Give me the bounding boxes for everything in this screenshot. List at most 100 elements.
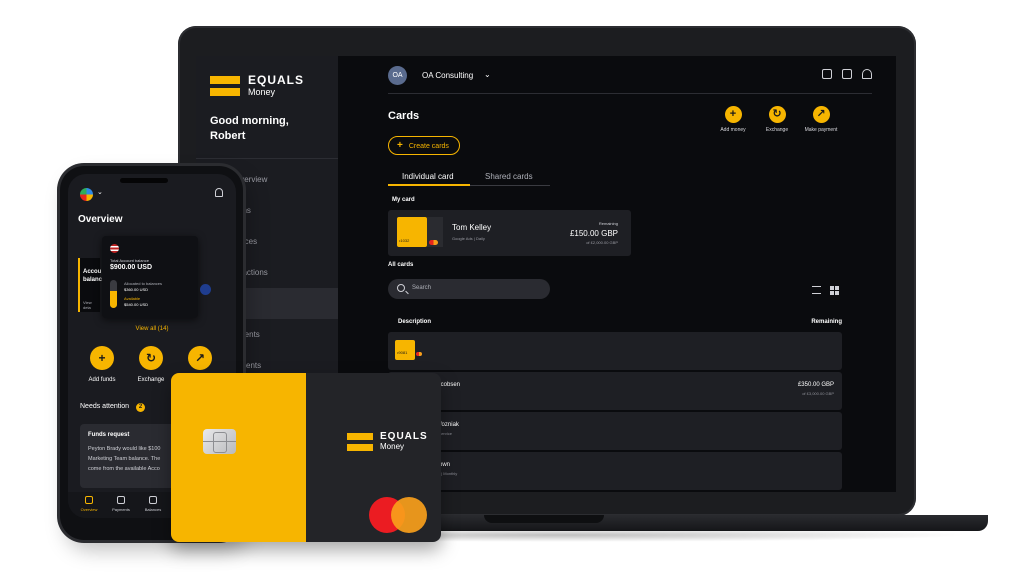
nav-label: Balances [144,507,162,512]
exchange-icon: ↻ [139,346,163,370]
grid-view-icon[interactable] [830,286,839,295]
my-card-row[interactable]: •1032 Tom Kelley Google Ads | Daily Rema… [388,210,631,256]
table-row[interactable]: el Jacobsen rations £350.00 GBP of £3,00… [388,372,842,410]
laptop-notch [484,515,604,523]
image-icon[interactable] [822,69,832,79]
nav-label: Overview [80,507,98,512]
card-limit: of £3,000.00 GBP [802,391,834,396]
attention-count-badge: 2 [136,403,145,412]
card-limit: of £2,000.00 GBP [586,240,618,245]
document-icon[interactable] [842,69,852,79]
create-cards-button[interactable]: + Create cards [388,136,460,155]
brand-logo[interactable]: EQUALS Money [210,74,304,97]
view-all-link[interactable]: View all (14) [68,326,236,332]
mastercard-icon [369,497,427,533]
account-balance-card[interactable]: Accou balanc View deta [78,258,103,312]
my-card-label: My card [392,197,415,203]
chevron-down-icon[interactable]: ⌄ [97,188,103,196]
sidebar-divider [196,158,338,159]
balance-progress-fill [110,291,117,308]
available-value: $540.00 USD [124,302,149,307]
view-details-link[interactable]: View deta [83,300,100,310]
add-funds-button[interactable]: + Add funds [82,346,122,383]
bank-icon [149,496,157,504]
exchange-button[interactable]: ↻ Exchange [752,106,802,133]
topbar: OA OA Consulting ⌄ [388,66,872,94]
plus-icon: + [724,106,742,123]
balance-tooltip: Total Account balance $900.00 USD Alloca… [102,236,198,318]
card-logo: EQUALS Money [347,431,428,452]
total-balance-label: Total Account balance [110,258,149,263]
card-last4: •9081 [397,350,408,355]
account-card-title: Accou [83,269,102,275]
phone-speaker [120,178,168,183]
greeting-user: Robert [210,130,246,142]
mastercard-icon [416,352,422,356]
nav-overview[interactable]: Overview [72,496,106,512]
all-cards-label: All cards [388,262,414,268]
mastercard-icon [429,240,438,245]
exchange-icon: ↻ [768,106,786,123]
card-tabs: Individual card Shared cards [388,168,550,186]
bell-icon[interactable] [215,188,223,197]
allocated-value: $360.00 USD [124,287,149,292]
search-input[interactable]: Search [388,279,550,299]
table-row[interactable]: n Brown search | Monthly [388,452,842,490]
card-yellow-half [171,373,306,542]
make-payment-button[interactable]: ↗ Make payment [796,106,846,133]
us-flag-icon [110,244,119,253]
equals-logo-icon [347,432,373,451]
card-brand-name: EQUALS [380,431,428,442]
globe-icon[interactable] [80,188,93,201]
remaining-amount: £350.00 GBP [797,382,834,388]
eu-flag-icon [200,284,211,295]
payments-icon [117,496,125,504]
column-remaining: Remaining [811,319,842,325]
page-title: Cards [388,110,420,122]
org-switcher[interactable]: OA Consulting [422,71,473,80]
nav-label: Payments [112,507,130,512]
chevron-down-icon[interactable]: ⌄ [484,70,491,79]
allocated-label: Allocated to balances [124,281,163,286]
org-avatar[interactable]: OA [388,66,407,85]
request-title: Funds request [88,432,130,438]
bell-icon[interactable] [862,69,872,79]
page-title: Overview [78,214,123,225]
table-row[interactable]: •9081 [388,332,842,370]
search-placeholder: Search [412,285,432,291]
active-tab-indicator [388,184,470,186]
chip-icon [203,429,236,454]
filter-icon[interactable] [812,286,821,294]
account-card-title-2: balanc [83,277,103,283]
needs-attention-heading: Needs attention [80,403,130,410]
equals-logo-icon [210,75,240,96]
plus-icon: + [397,140,403,151]
remaining-amount: £150.00 GBP [569,229,618,238]
table-row[interactable]: ve Wozniak tomer service [388,412,842,450]
column-description: Description [398,319,432,325]
home-icon [85,496,93,504]
tab-individual-card[interactable]: Individual card [402,172,454,181]
greeting: Good morning, Robert [210,114,289,144]
nav-balances[interactable]: Balances [136,496,170,512]
balance-progress [110,280,117,308]
exchange-button[interactable]: ↻ Exchange [131,346,171,383]
plus-icon: + [90,346,114,370]
add-money-button[interactable]: + Add money [708,106,758,133]
card-description: Google Ads | Daily [452,236,485,241]
available-label: Available [124,296,141,301]
payment-icon: ↗ [812,106,830,123]
search-icon [397,284,405,292]
card-holder: Tom Kelley [452,223,492,232]
greeting-line: Good morning, [210,115,289,127]
physical-card: EQUALS Money [171,373,441,542]
card-brand-sub: Money [380,442,405,451]
payment-icon: ↗ [188,346,212,370]
tab-shared-cards[interactable]: Shared cards [485,172,533,181]
marketing-composite: EQUALS Money Good morning, Robert Overvi… [0,0,1024,576]
brand-name: EQUALS [248,73,305,87]
brand-sub: Money [248,87,276,97]
card-last4: •1032 [399,238,410,243]
remaining-label: Remaining [598,221,618,226]
nav-payments[interactable]: Payments [104,496,138,512]
